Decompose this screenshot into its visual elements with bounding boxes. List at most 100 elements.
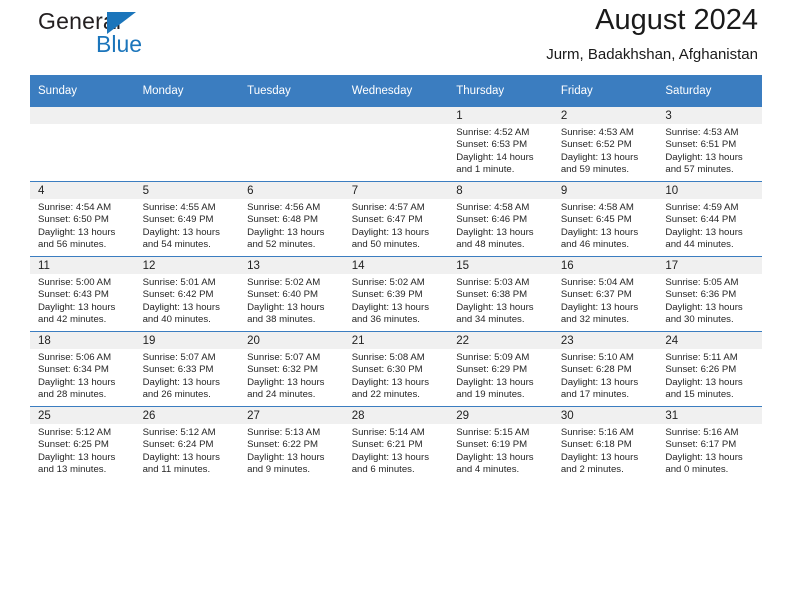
calendar-day-cell[interactable]: 18 Sunrise: 5:06 AM Sunset: 6:34 PM Dayligh… xyxy=(30,331,135,407)
weekday-header-thursday: Thursday xyxy=(448,75,553,107)
empty-day-cell xyxy=(239,107,344,181)
calendar-day-cell[interactable]: 11 Sunrise: 5:00 AM Sunset: 6:43 PM Dayligh… xyxy=(30,256,135,332)
sunrise-text: Sunrise: 5:02 AM xyxy=(247,277,321,288)
calendar-day-cell[interactable]: 13 Sunrise: 5:02 AM Sunset: 6:40 PM Dayligh… xyxy=(239,256,344,332)
sunrise-text: Sunrise: 4:52 AM xyxy=(456,127,530,138)
day-info: Sunrise: 5:10 AM Sunset: 6:28 PM Daylight:… xyxy=(553,349,658,402)
sunset-text: Sunset: 6:29 PM xyxy=(456,364,528,376)
calendar-day-cell[interactable]: 1 Sunrise: 4:52 AM Sunset: 6:53 PM Daylight… xyxy=(448,107,553,182)
daylight-text-line2: and 59 minutes. xyxy=(560,164,630,176)
sunset-text: Sunset: 6:38 PM xyxy=(456,289,528,301)
calendar-day-cell[interactable]: 3 Sunrise: 4:53 AM Sunset: 6:51 PM Daylight… xyxy=(657,107,762,182)
daylight-text-line1: Daylight: 13 hours xyxy=(456,376,534,388)
sunrise-text: Sunrise: 5:05 AM xyxy=(665,277,739,288)
day-cell: 31 Sunrise: 5:16 AM Sunset: 6:17 PM Dayligh… xyxy=(657,407,762,481)
daylight-text-line1: Daylight: 14 hours xyxy=(456,151,534,163)
daylight-text-line1: Daylight: 13 hours xyxy=(351,226,430,238)
daylight-text-line1: Daylight: 13 hours xyxy=(38,451,116,463)
calendar-day-cell[interactable]: 28 Sunrise: 5:14 AM Sunset: 6:21 PM Dayligh… xyxy=(343,406,449,481)
daylight-text-line2: and 44 minutes. xyxy=(665,239,734,251)
daylight-text-line2: and 36 minutes. xyxy=(351,314,420,326)
calendar-page: General Blue August 2024 Jurm, Badakhsha… xyxy=(0,0,792,612)
day-cell: 4 Sunrise: 4:54 AM Sunset: 6:50 PM Daylight… xyxy=(30,182,135,256)
day-number: 18 xyxy=(30,332,135,349)
sunset-text: Sunset: 6:42 PM xyxy=(142,289,214,301)
calendar-day-cell[interactable]: 19 Sunrise: 5:07 AM Sunset: 6:33 PM Dayligh… xyxy=(134,331,240,407)
calendar-day-cell[interactable]: 17 Sunrise: 5:05 AM Sunset: 6:36 PM Dayligh… xyxy=(657,256,762,332)
calendar-day-cell[interactable]: 31 Sunrise: 5:16 AM Sunset: 6:17 PM Dayligh… xyxy=(657,406,762,481)
daylight-text-line1: Daylight: 13 hours xyxy=(142,226,220,238)
day-cell: 6 Sunrise: 4:56 AM Sunset: 6:48 PM Daylight… xyxy=(239,182,344,256)
calendar-day-cell[interactable] xyxy=(343,107,449,182)
calendar-day-cell[interactable]: 26 Sunrise: 5:12 AM Sunset: 6:24 PM Dayligh… xyxy=(134,406,240,481)
sunset-text: Sunset: 6:28 PM xyxy=(560,364,632,376)
calendar-day-cell[interactable]: 24 Sunrise: 5:11 AM Sunset: 6:26 PM Dayligh… xyxy=(657,331,762,407)
day-number: 26 xyxy=(134,407,240,424)
calendar-day-cell[interactable]: 9 Sunrise: 4:58 AM Sunset: 6:45 PM Daylight… xyxy=(552,181,658,257)
page-header: General Blue August 2024 Jurm, Badakhsha… xyxy=(30,0,762,75)
sunrise-text: Sunrise: 5:15 AM xyxy=(456,427,530,438)
sunset-text: Sunset: 6:18 PM xyxy=(560,439,632,451)
calendar-day-cell[interactable] xyxy=(134,107,240,182)
calendar-day-cell[interactable]: 7 Sunrise: 4:57 AM Sunset: 6:47 PM Daylight… xyxy=(343,181,449,257)
sunset-text: Sunset: 6:19 PM xyxy=(456,439,528,451)
day-info: Sunrise: 5:03 AM Sunset: 6:38 PM Daylight:… xyxy=(448,274,553,327)
daylight-text-line2: and 6 minutes. xyxy=(351,464,415,476)
calendar-day-cell[interactable] xyxy=(30,107,135,182)
day-number: 21 xyxy=(343,332,449,349)
day-info: Sunrise: 5:13 AM Sunset: 6:22 PM Daylight:… xyxy=(239,424,344,477)
calendar-day-cell[interactable]: 4 Sunrise: 4:54 AM Sunset: 6:50 PM Daylight… xyxy=(30,181,135,257)
sunset-text: Sunset: 6:39 PM xyxy=(351,289,423,301)
daylight-text-line2: and 42 minutes. xyxy=(38,314,107,326)
sunrise-text: Sunrise: 5:10 AM xyxy=(560,352,634,363)
calendar-day-cell[interactable]: 27 Sunrise: 5:13 AM Sunset: 6:22 PM Dayligh… xyxy=(239,406,344,481)
calendar-day-cell[interactable]: 29 Sunrise: 5:15 AM Sunset: 6:19 PM Dayligh… xyxy=(448,406,553,481)
day-cell: 2 Sunrise: 4:53 AM Sunset: 6:52 PM Daylight… xyxy=(552,107,658,181)
daylight-text-line1: Daylight: 13 hours xyxy=(38,301,116,313)
day-number: 5 xyxy=(134,182,240,199)
day-number xyxy=(239,107,344,124)
day-number: 14 xyxy=(343,257,449,274)
calendar-day-cell[interactable]: 2 Sunrise: 4:53 AM Sunset: 6:52 PM Daylight… xyxy=(552,107,658,182)
sunrise-text: Sunrise: 4:58 AM xyxy=(456,202,530,213)
sunrise-text: Sunrise: 4:55 AM xyxy=(142,202,216,213)
daylight-text-line2: and 28 minutes. xyxy=(38,389,107,401)
day-number: 20 xyxy=(239,332,344,349)
day-number: 22 xyxy=(448,332,553,349)
calendar-day-cell[interactable]: 12 Sunrise: 5:01 AM Sunset: 6:42 PM Dayligh… xyxy=(134,256,240,332)
day-number: 7 xyxy=(343,182,449,199)
day-cell: 9 Sunrise: 4:58 AM Sunset: 6:45 PM Daylight… xyxy=(552,182,658,256)
day-number: 27 xyxy=(239,407,344,424)
day-cell: 8 Sunrise: 4:58 AM Sunset: 6:46 PM Daylight… xyxy=(448,182,553,256)
daylight-text-line1: Daylight: 13 hours xyxy=(560,451,639,463)
calendar-day-cell[interactable]: 22 Sunrise: 5:09 AM Sunset: 6:29 PM Dayligh… xyxy=(448,331,553,407)
calendar-day-cell[interactable]: 16 Sunrise: 5:04 AM Sunset: 6:37 PM Dayligh… xyxy=(552,256,658,332)
day-cell: 30 Sunrise: 5:16 AM Sunset: 6:18 PM Dayligh… xyxy=(552,407,658,481)
daylight-text-line1: Daylight: 13 hours xyxy=(456,226,534,238)
calendar-day-cell[interactable]: 20 Sunrise: 5:07 AM Sunset: 6:32 PM Dayligh… xyxy=(239,331,344,407)
sunrise-text: Sunrise: 5:07 AM xyxy=(142,352,216,363)
calendar-day-cell[interactable]: 15 Sunrise: 5:03 AM Sunset: 6:38 PM Dayligh… xyxy=(448,256,553,332)
sunrise-text: Sunrise: 5:13 AM xyxy=(247,427,321,438)
calendar-day-cell[interactable] xyxy=(239,107,344,182)
calendar-day-cell[interactable]: 8 Sunrise: 4:58 AM Sunset: 6:46 PM Daylight… xyxy=(448,181,553,257)
calendar-day-cell[interactable]: 5 Sunrise: 4:55 AM Sunset: 6:49 PM Daylight… xyxy=(134,181,240,257)
calendar-day-cell[interactable]: 30 Sunrise: 5:16 AM Sunset: 6:18 PM Dayligh… xyxy=(552,406,658,481)
calendar-day-cell[interactable]: 25 Sunrise: 5:12 AM Sunset: 6:25 PM Dayligh… xyxy=(30,406,135,481)
day-number: 16 xyxy=(552,257,658,274)
calendar-day-cell[interactable]: 10 Sunrise: 4:59 AM Sunset: 6:44 PM Dayligh… xyxy=(657,181,762,257)
empty-day-cell xyxy=(343,107,449,181)
empty-day-cell xyxy=(134,107,240,181)
day-info: Sunrise: 5:11 AM Sunset: 6:26 PM Daylight:… xyxy=(657,349,762,402)
daylight-text-line2: and 30 minutes. xyxy=(665,314,734,326)
daylight-text-line1: Daylight: 13 hours xyxy=(351,301,430,313)
calendar-day-cell[interactable]: 21 Sunrise: 5:08 AM Sunset: 6:30 PM Dayligh… xyxy=(343,331,449,407)
logo-text-blue: Blue xyxy=(96,31,143,57)
calendar-day-cell[interactable]: 6 Sunrise: 4:56 AM Sunset: 6:48 PM Daylight… xyxy=(239,181,344,257)
daylight-text-line1: Daylight: 13 hours xyxy=(351,376,430,388)
calendar-day-cell[interactable]: 23 Sunrise: 5:10 AM Sunset: 6:28 PM Dayligh… xyxy=(552,331,658,407)
sunrise-text: Sunrise: 4:54 AM xyxy=(38,202,112,213)
calendar-day-cell[interactable]: 14 Sunrise: 5:02 AM Sunset: 6:39 PM Dayligh… xyxy=(343,256,449,332)
day-cell: 25 Sunrise: 5:12 AM Sunset: 6:25 PM Dayligh… xyxy=(30,407,135,481)
day-info: Sunrise: 5:06 AM Sunset: 6:34 PM Daylight:… xyxy=(30,349,135,402)
